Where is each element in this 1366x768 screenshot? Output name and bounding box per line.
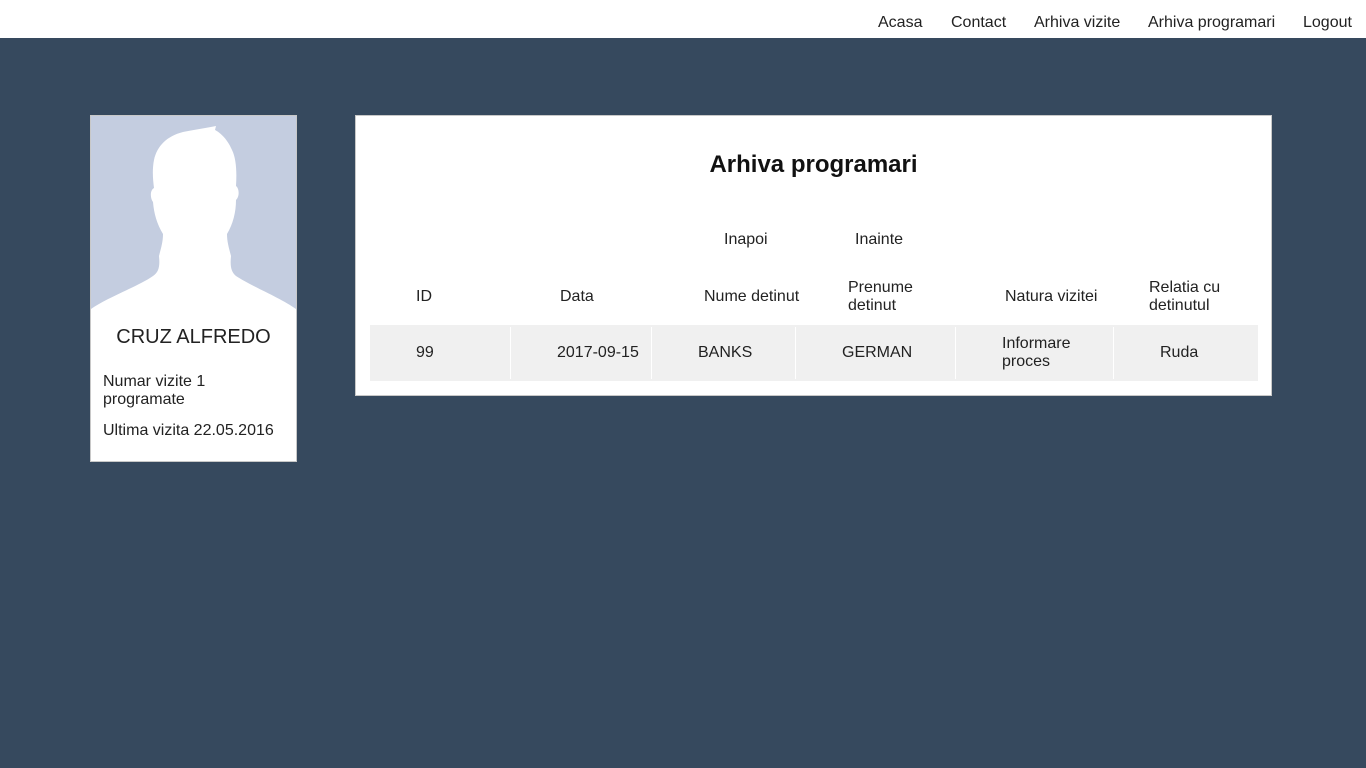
cell-natura: Informare xyxy=(1002,335,1071,352)
user-silhouette-icon xyxy=(91,126,296,311)
cell-prenume: GERMAN xyxy=(842,344,913,361)
cell-id: 99 xyxy=(416,344,434,361)
cell-divider xyxy=(651,327,652,379)
cell-relatia: Ruda xyxy=(1160,344,1199,361)
table-row[interactable]: 99 2017-09-15 BANKS GERMAN Informare pro… xyxy=(370,325,1258,381)
nav-link-logout[interactable]: Logout xyxy=(1303,13,1352,33)
profile-name: CRUZ ALFREDO xyxy=(116,326,271,348)
visits-count: Numar vizite 1 xyxy=(103,373,206,390)
cell-divider xyxy=(955,327,956,379)
nav-link-acasa[interactable]: Acasa xyxy=(878,13,922,33)
nav-link-contact[interactable]: Contact xyxy=(951,13,1006,33)
nav-link-arhiva-programari[interactable]: Arhiva programari xyxy=(1148,13,1275,33)
pager-next-link[interactable]: Inainte xyxy=(855,231,903,249)
visits-count-suffix: programate xyxy=(103,391,185,408)
column-header-prenume: Prenume xyxy=(848,279,913,296)
pager-prev-link[interactable]: Inapoi xyxy=(724,231,768,249)
cell-divider xyxy=(795,327,796,379)
cell-natura-line2: proces xyxy=(1002,353,1051,370)
column-header-data: Data xyxy=(560,288,594,305)
cell-divider xyxy=(1113,327,1114,379)
column-header-relatia: Relatia cu xyxy=(1149,279,1221,296)
column-header-natura: Natura vizitei xyxy=(1005,288,1098,305)
cell-divider xyxy=(510,327,511,379)
top-navbar: Acasa Contact Arhiva vizite Arhiva progr… xyxy=(0,0,1366,38)
column-header-prenume-line2: detinut xyxy=(848,297,897,314)
profile-card: CRUZ ALFREDO Numar vizite 1 programate U… xyxy=(90,115,297,462)
column-header-relatia-line2: detinutul xyxy=(1149,297,1210,314)
last-visit: Ultima vizita 22.05.2016 xyxy=(103,422,274,439)
cell-nume: BANKS xyxy=(698,344,753,361)
column-header-nume: Nume detinut xyxy=(704,288,800,305)
avatar xyxy=(91,116,296,311)
column-header-id: ID xyxy=(416,288,432,305)
cell-data: 2017-09-15 xyxy=(557,344,639,361)
appointments-panel: Arhiva programari Inapoi Inainte ID Data… xyxy=(355,115,1272,396)
page-title: Arhiva programari xyxy=(709,151,918,178)
nav-link-arhiva-vizite[interactable]: Arhiva vizite xyxy=(1034,13,1120,33)
